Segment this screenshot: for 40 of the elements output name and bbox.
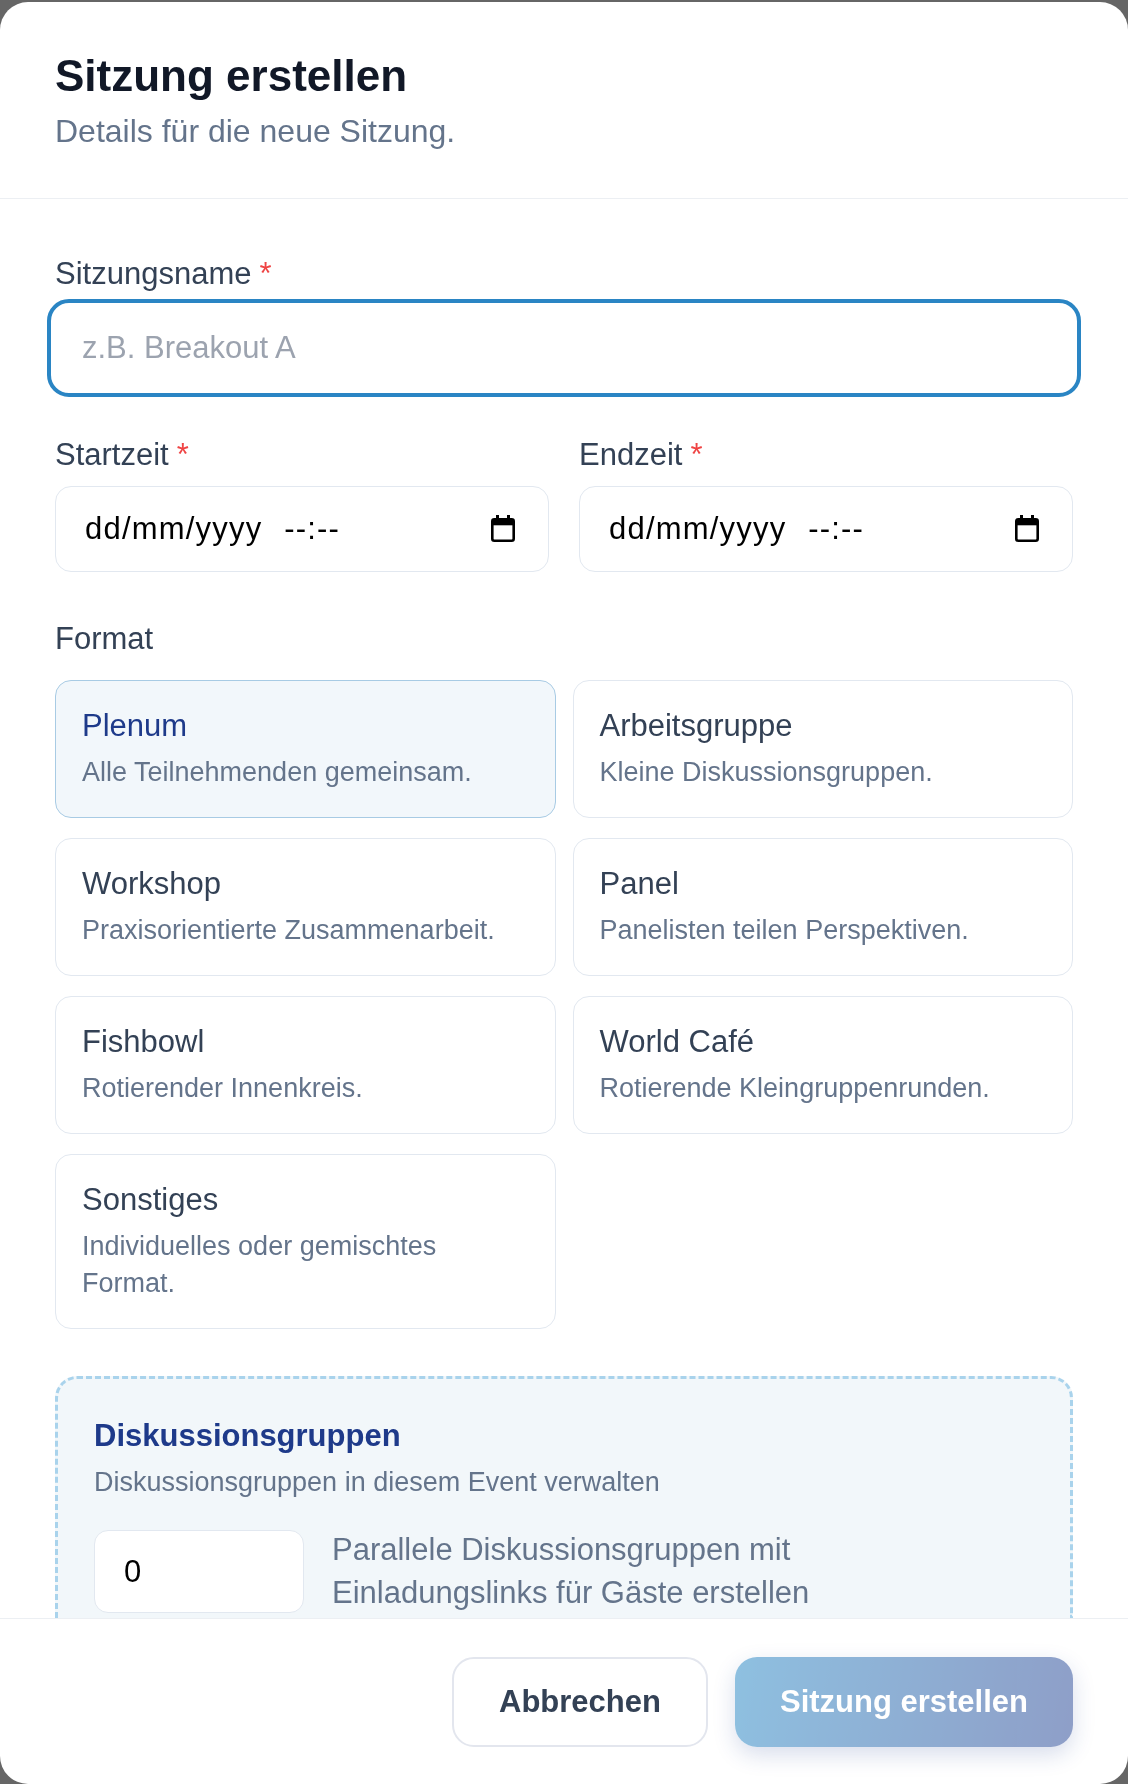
dialog-subtitle: Details für die neue Sitzung. bbox=[55, 112, 457, 150]
option-title: Workshop bbox=[82, 865, 222, 903]
format-option-card[interactable]: Fishbowl Rotierender Innenkreis. bbox=[55, 996, 556, 1134]
option-description: Alle Teilnehmenden gemeinsam. bbox=[82, 756, 473, 789]
option-title: Arbeitsgruppe bbox=[599, 707, 794, 745]
required-asterisk: * bbox=[690, 436, 703, 474]
option-title: Sonstiges bbox=[82, 1181, 220, 1219]
field-label: Startzeit bbox=[55, 436, 169, 474]
option-description: Rotierender Innenkreis. bbox=[82, 1072, 364, 1105]
field-label: Endzeit bbox=[579, 436, 683, 474]
option-title: World Café bbox=[599, 1023, 755, 1061]
required-asterisk: * bbox=[259, 255, 272, 293]
option-description: Praxisorientierte Zusammenarbeit. bbox=[82, 914, 496, 947]
panel-subtitle: Diskussionsgruppen in diesem Event verwalten bbox=[94, 1466, 661, 1499]
field-label: Format bbox=[55, 620, 154, 658]
datetime-field[interactable]: dd/mm/yyyy --:-- bbox=[55, 486, 549, 572]
text-input[interactable]: z.B. Breakout A bbox=[47, 299, 1081, 397]
option-title: Fishbowl bbox=[82, 1023, 206, 1061]
option-description: Kleine Diskussionsgruppen. bbox=[599, 756, 934, 789]
hint-text: Parallele Diskussionsgruppen mit Einladungslinks für Gäste erstellen bbox=[332, 1531, 811, 1612]
option-description: Individuelles oder gemischtes Format. bbox=[82, 1230, 438, 1300]
option-description: Rotierende Kleingruppenrunden. bbox=[599, 1072, 991, 1105]
format-option-card[interactable]: Arbeitsgruppe Kleine Diskussionsgruppen. bbox=[572, 680, 1073, 818]
format-option-card[interactable]: Panel Panelisten teilen Perspektiven. bbox=[572, 838, 1073, 976]
calendar-icon[interactable] bbox=[491, 515, 515, 542]
dialog-title: Sitzung erstellen bbox=[55, 51, 409, 101]
format-option-card[interactable]: Sonstiges Individuelles oder gemischtes Format. bbox=[55, 1154, 556, 1329]
format-option-card[interactable]: Workshop Praxisorientierte Zusammenarbeit. bbox=[55, 838, 556, 976]
cancel-button[interactable]: Abbrechen bbox=[452, 1657, 708, 1747]
panel-title: Diskussionsgruppen bbox=[94, 1417, 402, 1455]
field-label: Sitzungsname bbox=[55, 255, 252, 293]
format-option-card[interactable]: World Café Rotierende Kleingruppenrunden. bbox=[572, 996, 1073, 1134]
format-option-card[interactable]: Plenum Alle Teilnehmenden gemeinsam. bbox=[55, 680, 556, 818]
required-asterisk: * bbox=[176, 436, 189, 474]
option-title: Panel bbox=[599, 865, 680, 903]
option-description: Panelisten teilen Perspektiven. bbox=[599, 914, 970, 947]
number-input[interactable]: 0 bbox=[94, 1530, 304, 1613]
option-title: Plenum bbox=[82, 707, 189, 745]
datetime-field[interactable]: dd/mm/yyyy --:-- bbox=[579, 486, 1073, 572]
calendar-icon[interactable] bbox=[1015, 515, 1039, 542]
